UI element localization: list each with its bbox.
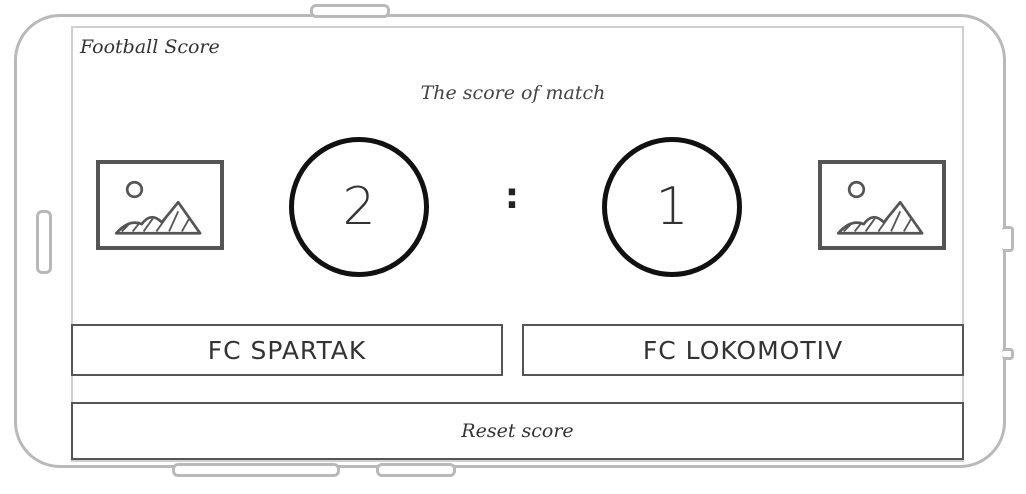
reset-score-button[interactable]: Reset score [71, 402, 964, 460]
match-subtitle: The score of match [420, 82, 606, 104]
image-placeholder-icon [836, 180, 924, 235]
away-team-button[interactable]: FC LOKOMOTIV [522, 324, 964, 376]
home-team-logo [96, 160, 224, 250]
image-placeholder-icon [114, 180, 202, 235]
phone-right-button [1002, 226, 1014, 252]
home-team-button[interactable]: FC SPARTAK [71, 324, 503, 376]
away-team-logo [818, 160, 946, 250]
score-separator: : [504, 176, 520, 217]
away-score: 1 [602, 137, 742, 277]
phone-right-small-button [1002, 348, 1014, 360]
stage: Football Score The score of match 2 : 1 … [0, 0, 1026, 494]
phone-speaker [310, 4, 390, 18]
phone-power-button [376, 463, 456, 477]
phone-volume-button [172, 463, 340, 477]
app-title: Football Score [80, 36, 220, 58]
phone-side-button [36, 210, 52, 274]
home-score: 2 [289, 137, 429, 277]
